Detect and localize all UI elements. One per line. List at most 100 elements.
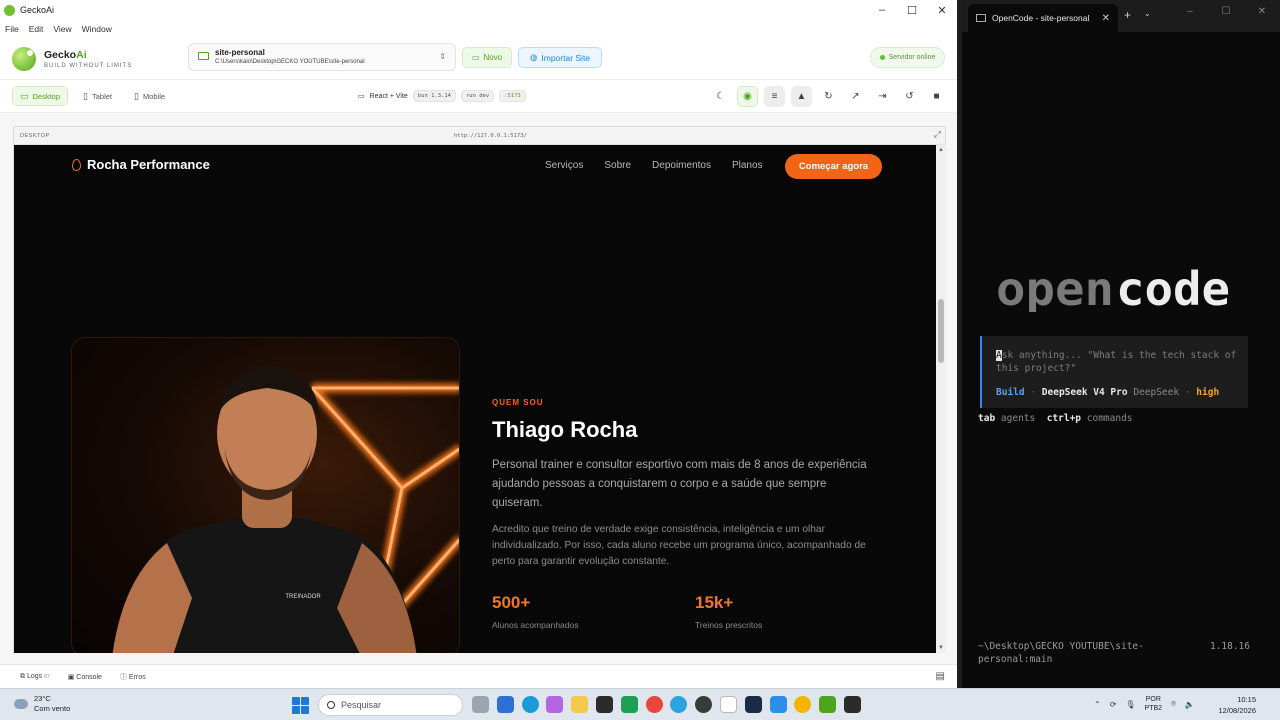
menu-bar: File Edit View Window (0, 20, 957, 38)
taskbar-search[interactable]: Pesquisar (318, 694, 463, 716)
scroll-down-icon[interactable]: ▼ (938, 645, 944, 651)
restart-icon[interactable]: ↺ (899, 86, 920, 107)
prompt-placeholder: sk anything... "What is the tech stack o… (996, 350, 1237, 374)
terminal-close-icon[interactable]: ✕ (1244, 6, 1280, 17)
geckoai-taskbar-icon[interactable] (819, 696, 837, 713)
prompt-input[interactable]: Ask anything... "What is the tech stack … (980, 336, 1248, 408)
refresh-icon[interactable]: ↻ (818, 86, 839, 107)
terminal-taskbar-icon[interactable] (843, 696, 861, 713)
logs-icon: ⧉ (20, 672, 27, 680)
hint-text-agents: agents (1000, 413, 1036, 424)
close-tab-icon[interactable]: ✕ (1102, 13, 1110, 24)
notion-icon[interactable] (719, 696, 737, 713)
menu-view[interactable]: View (53, 24, 71, 34)
agent-mode-line: Build · DeepSeek V4 Pro DeepSeek · high (996, 387, 1220, 398)
scrollbar-thumb[interactable] (938, 299, 944, 363)
opencode-version: 1.18.16 (1209, 641, 1250, 652)
device-tablet-button[interactable]: ▯ Tablet (76, 86, 119, 106)
reasoning-effort[interactable]: high (1196, 387, 1219, 398)
nav-link-servicos[interactable]: Serviços (545, 160, 583, 171)
language-indicator[interactable]: POR PTB2 (1145, 695, 1163, 713)
vscode-icon[interactable] (769, 696, 787, 713)
volume-icon[interactable]: 🔈 (1185, 700, 1195, 709)
model-name[interactable]: DeepSeek V4 Pro (1042, 387, 1128, 398)
sync-icon[interactable]: ⟳ (1110, 700, 1117, 709)
device-desktop-button[interactable]: ▭ Desktop (12, 86, 69, 106)
nav-link-sobre[interactable]: Sobre (604, 160, 631, 171)
stat-label-students: Alunos acompanhados (492, 620, 579, 630)
new-project-button[interactable]: ▭ Novo (462, 47, 512, 68)
preview-scrollbar[interactable]: ▲ ▼ (936, 145, 946, 653)
network-icon[interactable]: ⌾ (1171, 699, 1176, 709)
error-circle-icon: ⓘ (119, 673, 129, 681)
obs-icon[interactable] (695, 696, 713, 713)
brand: GeckoAi BUILD WITHOUT LIMITS (44, 49, 132, 69)
terminal-window: OpenCode - site-personal ✕ + ⌄ – ☐ ✕ ope… (962, 0, 1280, 688)
device-mobile-button[interactable]: ▯ Mobile (127, 86, 172, 106)
import-site-button[interactable]: ◍ Importar Site (518, 47, 602, 68)
menu-window[interactable]: Window (82, 24, 112, 34)
project-selector[interactable]: site-personal C:\Users\kaio\Desktop\GECK… (188, 43, 456, 71)
edge-browser-icon[interactable] (521, 696, 539, 713)
widgets-icon[interactable] (496, 696, 514, 713)
system-clock[interactable]: 10:15 12/08/2026 (1218, 694, 1256, 716)
minimize-icon[interactable]: – (867, 4, 897, 17)
external-link-icon[interactable]: ↗ (845, 86, 866, 107)
site-logo[interactable]: Rocha Performance (72, 157, 210, 172)
logout-icon[interactable]: ⇥ (872, 86, 893, 107)
terminal-maximize-icon[interactable]: ☐ (1208, 6, 1244, 17)
chrome-profile-icon[interactable] (794, 696, 812, 713)
brand-name: Gecko (44, 48, 77, 61)
opencode-logo: open code (996, 268, 1230, 312)
chrome-icon[interactable] (645, 696, 663, 713)
weather-widget[interactable]: 23°C Com vento (14, 694, 70, 714)
terminal-tab[interactable]: OpenCode - site-personal ✕ (968, 4, 1118, 32)
console-tab[interactable]: ▣ Console (68, 673, 102, 681)
nav-link-depoimentos[interactable]: Depoimentos (652, 160, 711, 171)
provider-name: DeepSeek (1133, 387, 1180, 398)
maximize-icon[interactable]: ☐ (897, 4, 927, 17)
moon-icon[interactable]: ☾ (710, 86, 731, 107)
excel-icon[interactable] (620, 696, 638, 713)
database-icon[interactable]: ≡ (764, 86, 785, 107)
antigravity-icon[interactable] (744, 696, 762, 713)
close-icon[interactable]: ✕ (927, 4, 957, 17)
menu-file[interactable]: File (5, 24, 19, 34)
menu-edit[interactable]: Edit (29, 24, 44, 34)
errors-tab[interactable]: ⓘ Erros (120, 672, 146, 682)
site-preview: Rocha Performance Serviços Sobre Depoime… (14, 145, 936, 653)
stop-icon[interactable]: ■ (926, 86, 947, 107)
scroll-up-icon[interactable]: ▲ (938, 147, 944, 153)
microphone-icon[interactable]: 🎙 (1125, 700, 1135, 709)
chevron-up-icon[interactable]: ⌃ (1094, 700, 1101, 709)
agent-name[interactable]: Build (996, 387, 1025, 398)
hint-key-tab: tab (978, 413, 996, 424)
preview-bar: DESKTOP http://127.0.0.1:5173/ ⤢ (14, 127, 945, 145)
site-logo-text: Rocha Performance (87, 157, 210, 172)
device-tablet-label: Tablet (91, 91, 112, 101)
start-now-button[interactable]: Começar agora (785, 154, 882, 179)
server-status-label: Servidor online (888, 54, 936, 61)
deploy-triangle-icon[interactable]: ▲ (791, 86, 812, 107)
device-desktop-label: Desktop (32, 91, 61, 101)
windows-start-icon[interactable] (292, 697, 309, 714)
nav-link-planos[interactable]: Planos (732, 160, 763, 171)
about-body: Acredito que treino de verdade exige con… (492, 524, 866, 567)
keyboard-hints: tab agents ctrl+p commands (978, 413, 1133, 424)
chevron-down-icon[interactable]: ⌄ (1144, 9, 1151, 18)
file-explorer-icon[interactable] (571, 696, 589, 713)
terminal-minimize-icon[interactable]: – (1172, 6, 1208, 17)
new-tab-icon[interactable]: + (1124, 8, 1131, 22)
copilot-icon[interactable] (546, 696, 564, 713)
preview-mode-label: DESKTOP (20, 133, 50, 139)
capcut-icon[interactable] (595, 696, 613, 713)
project-name: site-personal (215, 48, 265, 57)
expand-icon[interactable]: ⤢ (934, 129, 941, 140)
gecko-assistant-icon[interactable]: ◉ (737, 86, 758, 107)
telegram-icon[interactable] (670, 696, 688, 713)
task-view-icon[interactable] (472, 696, 489, 713)
logs-tab[interactable]: ⧉ Logs 87 (20, 673, 50, 681)
tablet-icon: ▯ (83, 90, 88, 101)
panel-toggle-icon[interactable]: ▤ (936, 671, 945, 682)
import-site-label: Importar Site (541, 52, 591, 63)
